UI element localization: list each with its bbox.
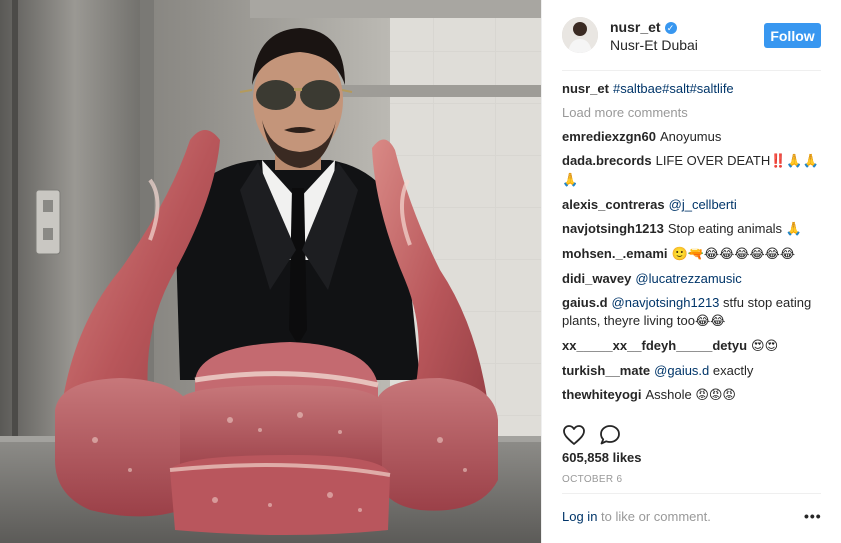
- post-side-panel: nusr_et ✓ Nusr-Et Dubai Follow nusr_et #sa…: [542, 0, 841, 543]
- comment-username[interactable]: mohsen._.emami: [562, 246, 668, 261]
- more-options-icon[interactable]: •••: [804, 508, 822, 524]
- comment-emoji: 🙂🔫😂😂😂😂😂😂: [671, 247, 796, 262]
- follow-button[interactable]: Follow: [764, 23, 821, 48]
- caption-hashtags[interactable]: #saltbae#salt#saltlife: [613, 81, 734, 96]
- author-username[interactable]: nusr_et: [610, 19, 661, 35]
- comment-username[interactable]: xx_____xx__fdeyh_____detyu: [562, 338, 747, 353]
- header-divider: [562, 70, 821, 71]
- comment-emoji: 😂😂: [694, 314, 726, 329]
- comment-mention[interactable]: @navjotsingh1213: [612, 295, 720, 310]
- caption: nusr_et #saltbae#salt#saltlife: [562, 80, 824, 98]
- post-header: nusr_et ✓ Nusr-Et Dubai Follow: [542, 0, 841, 70]
- comment-item: alexis_contreras @j_cellberti: [562, 196, 824, 214]
- comment-emoji: 😡😡😡: [695, 388, 736, 403]
- comment-username[interactable]: gaius.d: [562, 295, 608, 310]
- comment-username[interactable]: turkish__mate: [562, 363, 650, 378]
- comment-item: dada.brecords LIFE OVER DEATH‼️🙏🙏🙏: [562, 152, 824, 190]
- load-more-comments-button[interactable]: Load more comments: [562, 104, 824, 122]
- comment-username[interactable]: thewhiteyogi: [562, 387, 641, 402]
- post-photo[interactable]: [0, 0, 541, 543]
- comment-text: Anoyumus: [659, 129, 722, 144]
- login-prompt-text: to like or comment.: [597, 509, 711, 524]
- comments-list: nusr_et #saltbae#salt#saltlife Load more …: [562, 80, 824, 411]
- login-link[interactable]: Log in: [562, 509, 597, 524]
- comment-item: emrediexzgn60 Anoyumus: [562, 128, 824, 146]
- author-avatar[interactable]: [562, 17, 598, 53]
- comment-item: didi_wavey @lucatrezzamusic: [562, 270, 824, 288]
- comment-mention[interactable]: @j_cellberti: [669, 197, 737, 212]
- comment-item: navjotsingh1213 Stop eating animals 🙏: [562, 220, 824, 239]
- comment-username[interactable]: alexis_contreras: [562, 197, 665, 212]
- comment-item: gaius.d @navjotsingh1213 stfu stop eating…: [562, 294, 824, 331]
- comment-mention[interactable]: @lucatrezzamusic: [635, 271, 741, 286]
- comment-item: thewhiteyogi Asshole 😡😡😡: [562, 386, 824, 405]
- likes-count[interactable]: 605,858 likes: [562, 450, 642, 465]
- verified-badge-icon: ✓: [664, 22, 677, 34]
- comment-icon[interactable]: [598, 423, 622, 447]
- comment-item: mohsen._.emami 🙂🔫😂😂😂😂😂😂: [562, 245, 824, 264]
- instagram-post: nusr_et ✓ Nusr-Et Dubai Follow nusr_et #sa…: [0, 0, 841, 543]
- comment-username[interactable]: dada.brecords: [562, 153, 652, 168]
- heart-icon[interactable]: [562, 423, 586, 447]
- comment-text: exactly: [712, 363, 754, 378]
- post-date: OCTOBER 6: [562, 474, 623, 485]
- comment-text: Stop eating animals: [667, 221, 783, 236]
- post-photo-illustration: [0, 0, 541, 543]
- comment-username[interactable]: didi_wavey: [562, 271, 631, 286]
- caption-username[interactable]: nusr_et: [562, 81, 609, 96]
- comment-item: turkish__mate @gaius.d exactly: [562, 362, 824, 380]
- avatar-image: [562, 17, 598, 53]
- comment-username[interactable]: emrediexzgn60: [562, 129, 656, 144]
- comment-text: LIFE OVER DEATH: [655, 153, 771, 168]
- comment-text: Asshole: [645, 387, 692, 402]
- author-username-row: nusr_et ✓: [610, 19, 677, 35]
- comment-username[interactable]: navjotsingh1213: [562, 221, 664, 236]
- comment-item: xx_____xx__fdeyh_____detyu 😍😍: [562, 337, 824, 356]
- login-prompt: Log in to like or comment.: [562, 509, 711, 524]
- comment-mention[interactable]: @gaius.d: [654, 363, 709, 378]
- actions-divider: [562, 493, 821, 494]
- comment-emoji: 🙏: [785, 222, 802, 237]
- post-location[interactable]: Nusr-Et Dubai: [610, 37, 698, 53]
- comment-emoji: 😍😍: [751, 339, 779, 354]
